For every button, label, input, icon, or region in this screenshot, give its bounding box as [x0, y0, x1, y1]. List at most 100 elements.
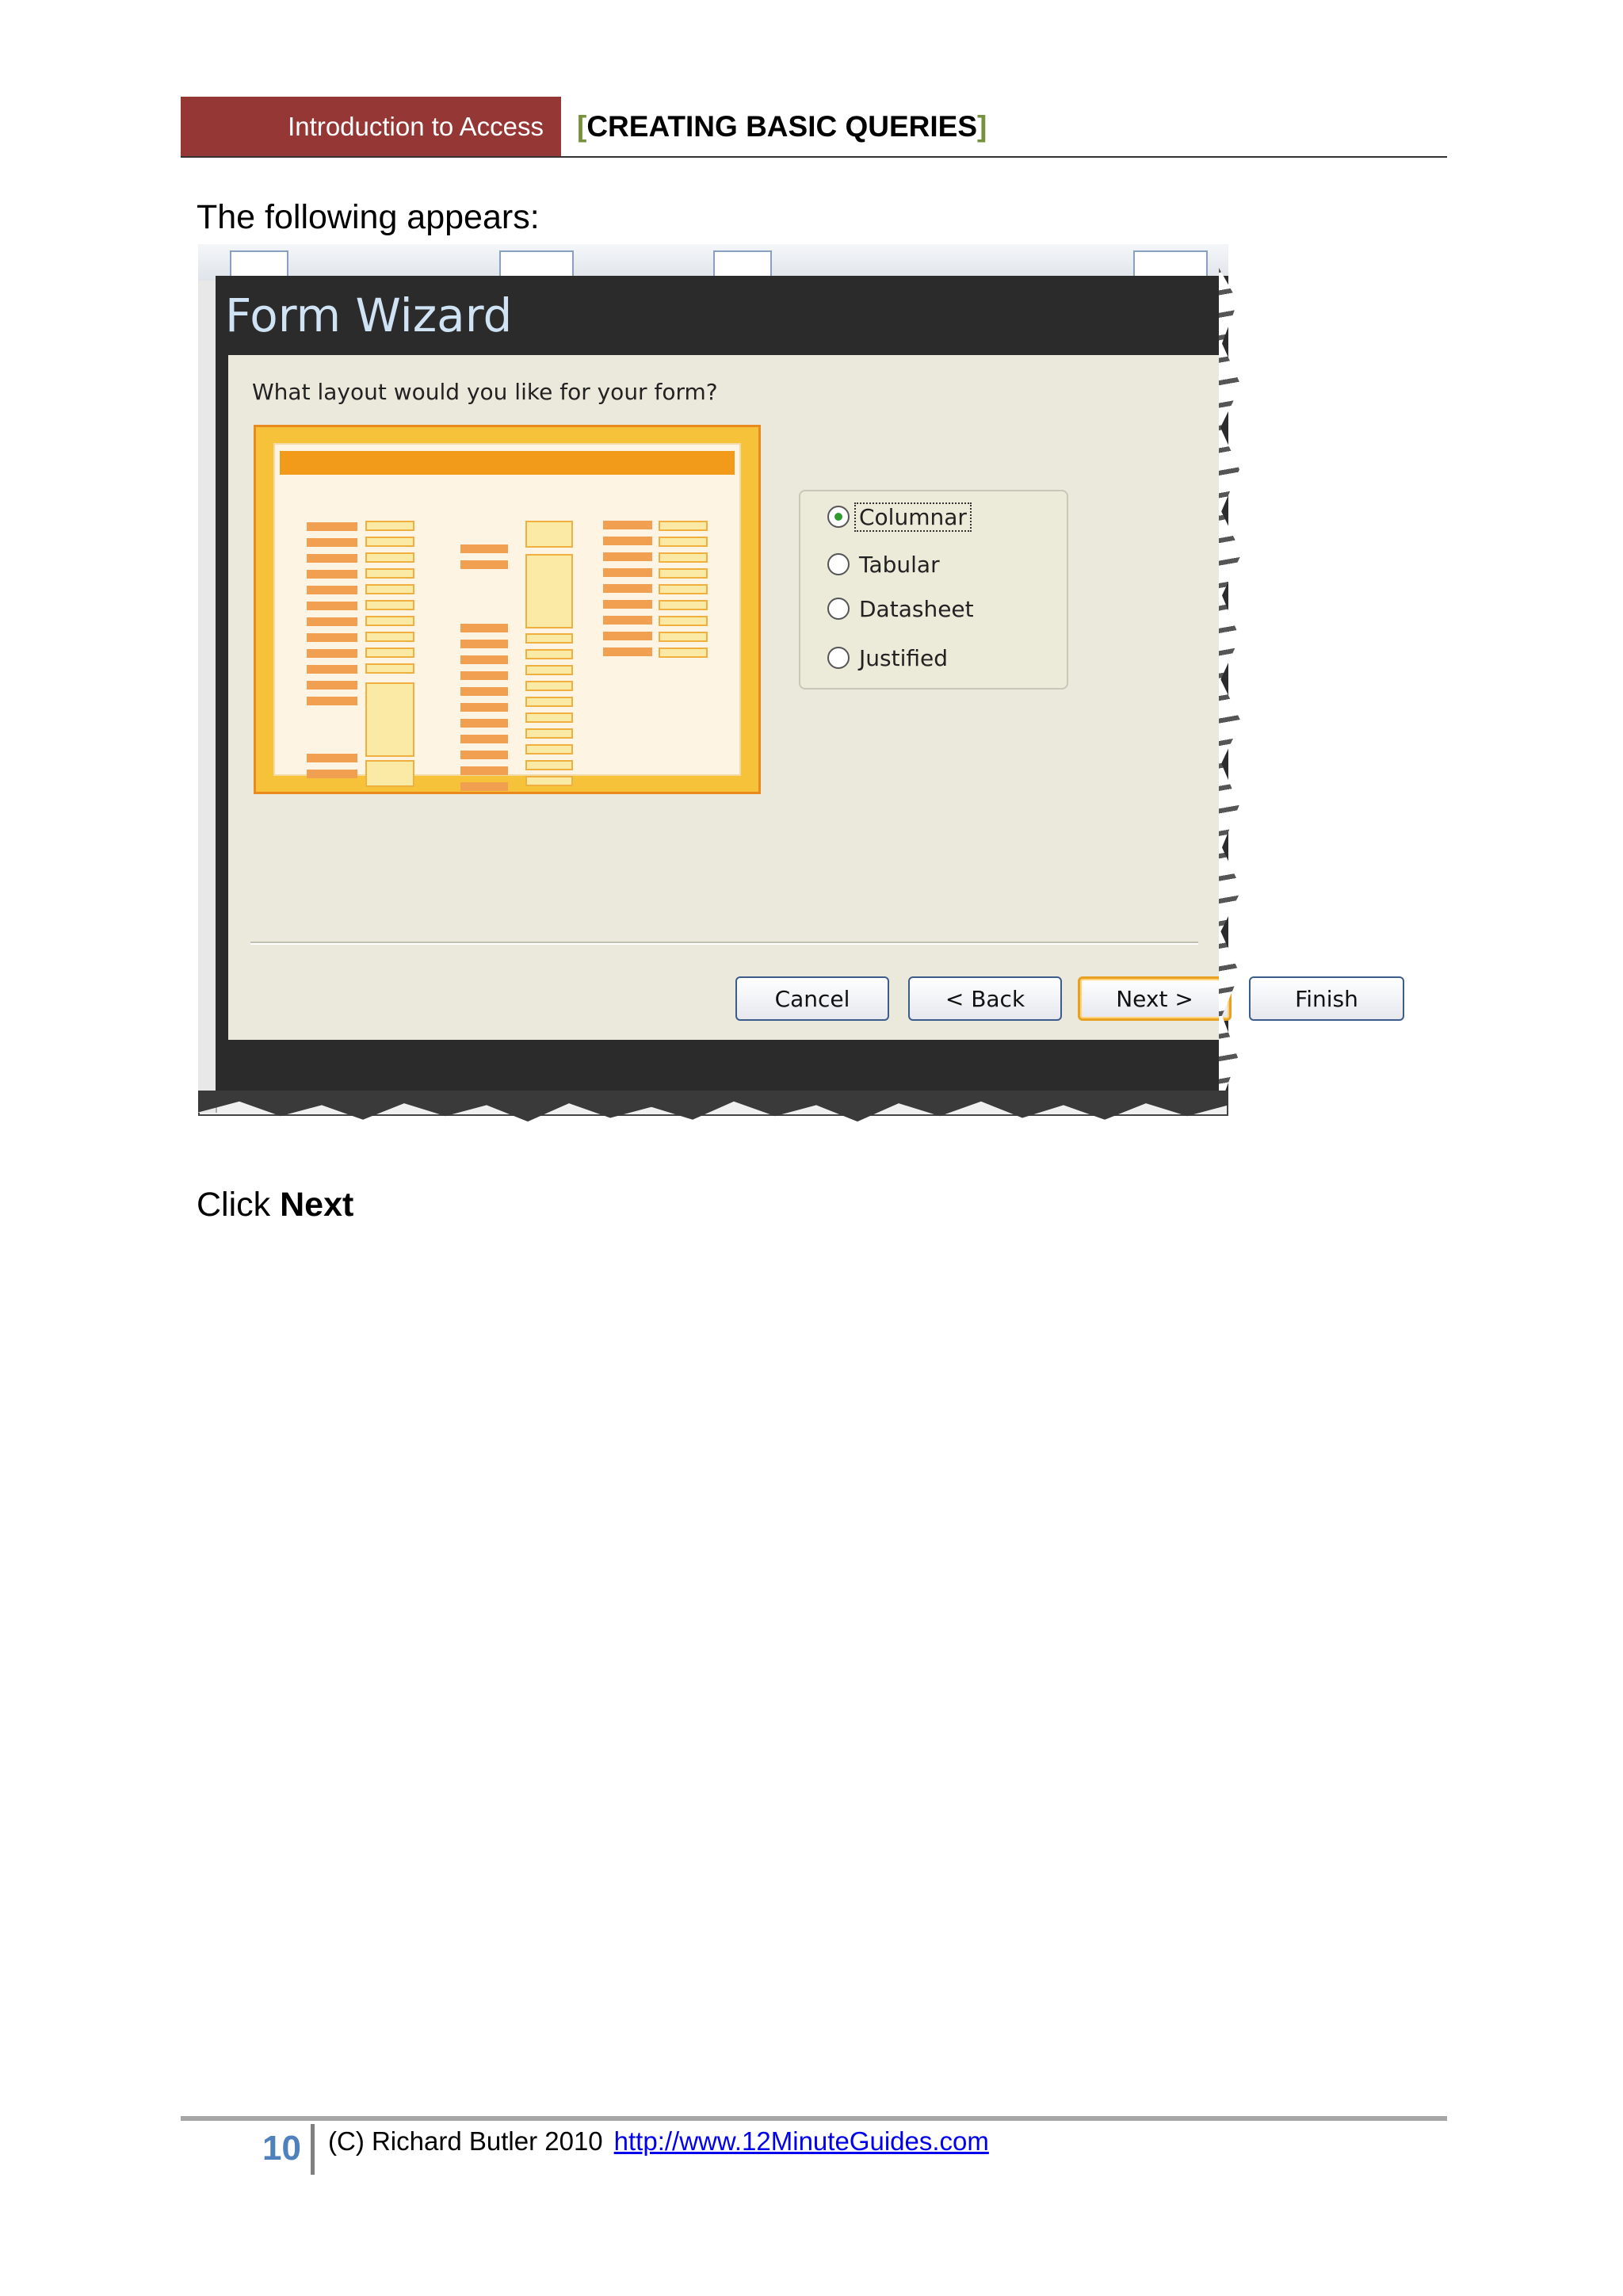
- preview-cell: [460, 560, 508, 569]
- preview-cell: [307, 649, 357, 658]
- ribbon-control: [713, 250, 772, 277]
- preview-cell: [365, 521, 414, 531]
- preview-cell: [460, 687, 508, 696]
- option-label: Datasheet: [859, 595, 974, 622]
- next-button[interactable]: Next >: [1078, 976, 1232, 1021]
- page-number: 10: [262, 2129, 301, 2168]
- preview-cell: [603, 521, 652, 529]
- preview-cell: [460, 624, 508, 632]
- radio-icon[interactable]: [827, 553, 850, 575]
- ribbon-control: [499, 250, 574, 277]
- preview-cell: [525, 681, 573, 691]
- preview-cell: [525, 712, 573, 723]
- instruction-prefix: Click: [197, 1186, 281, 1224]
- preview-cell: [525, 521, 573, 548]
- preview-cell: [307, 538, 357, 547]
- header-bracket-close: ]: [977, 110, 987, 143]
- instruction-target: Next: [280, 1186, 354, 1224]
- preview-cell: [460, 766, 508, 775]
- option-label: Justified: [859, 644, 948, 671]
- preview-cell: [307, 754, 357, 762]
- preview-cell: [525, 728, 573, 739]
- preview-cell: [307, 554, 357, 563]
- dialog-title: Form Wizard: [225, 288, 513, 342]
- document-page: Introduction to Access [CREATING BASIC Q…: [0, 0, 1623, 2296]
- preview-cell: [603, 648, 652, 656]
- preview-cell: [365, 760, 414, 787]
- radio-icon[interactable]: [827, 647, 850, 669]
- header-title-text: CREATING BASIC QUERIES: [586, 110, 978, 143]
- option-datasheet[interactable]: Datasheet: [827, 593, 977, 625]
- preview-cell: [659, 537, 708, 547]
- preview-cell: [307, 697, 357, 705]
- preview-cell: [659, 616, 708, 626]
- layout-preview-inner: [273, 443, 741, 791]
- preview-cell: [307, 681, 357, 690]
- preview-cell: [307, 665, 357, 674]
- finish-button[interactable]: Finish: [1249, 976, 1404, 1021]
- preview-cell: [365, 600, 414, 610]
- preview-cell: [460, 735, 508, 743]
- option-label: Tabular: [859, 551, 940, 578]
- layout-question: What layout would you like for your form…: [252, 379, 718, 405]
- preview-cell: [460, 640, 508, 648]
- header-bracket-open: [: [577, 110, 587, 143]
- preview-cell: [365, 552, 414, 563]
- torn-edge-bottom: [198, 1091, 1228, 1122]
- preview-cell: [307, 770, 357, 778]
- preview-title-bar: [280, 451, 735, 475]
- preview-cell: [659, 632, 708, 642]
- preview-cell: [460, 544, 508, 553]
- radio-selected-icon[interactable]: [827, 506, 850, 528]
- header-title: [CREATING BASIC QUERIES]: [577, 97, 987, 157]
- preview-cell: [525, 760, 573, 770]
- preview-cell: [525, 697, 573, 707]
- preview-cell: [659, 648, 708, 658]
- radio-icon[interactable]: [827, 598, 850, 620]
- preview-cell: [525, 776, 573, 786]
- preview-cell: [460, 703, 508, 712]
- preview-cell: [365, 682, 414, 757]
- option-justified[interactable]: Justified: [827, 642, 951, 674]
- preview-cell: [460, 655, 508, 664]
- instruction-text: Click Next: [197, 1186, 353, 1224]
- preview-cell: [307, 570, 357, 579]
- preview-cell: [460, 782, 508, 791]
- ribbon-control: [230, 250, 288, 277]
- preview-cell: [659, 521, 708, 531]
- preview-cell: [603, 584, 652, 593]
- preview-cell: [659, 584, 708, 594]
- footer-link[interactable]: http://www.12MinuteGuides.com: [614, 2126, 989, 2156]
- torn-edge-right: [1219, 268, 1242, 1108]
- navigation-pane-edge: [198, 281, 217, 1113]
- layout-preview: [254, 425, 761, 794]
- header-rule: [181, 156, 1447, 158]
- preview-cell: [659, 600, 708, 610]
- preview-cell: [365, 616, 414, 626]
- preview-cell: [603, 616, 652, 625]
- preview-cell: [525, 633, 573, 644]
- footer-divider: [311, 2124, 315, 2175]
- preview-cell: [659, 552, 708, 563]
- back-button[interactable]: < Back: [908, 976, 1062, 1021]
- preview-cell: [659, 568, 708, 579]
- preview-cell: [525, 744, 573, 755]
- preview-cell: [365, 584, 414, 594]
- preview-cell: [460, 671, 508, 680]
- preview-cell: [307, 602, 357, 610]
- option-columnar[interactable]: Columnar: [827, 501, 972, 533]
- preview-cell: [603, 537, 652, 545]
- preview-cell: [307, 586, 357, 594]
- preview-cell: [365, 648, 414, 658]
- intro-text: The following appears:: [197, 198, 540, 236]
- preview-cell: [365, 537, 414, 547]
- preview-cell: [460, 751, 508, 759]
- cancel-button[interactable]: Cancel: [735, 976, 889, 1021]
- layout-option-group: Columnar Tabular Datasheet Justified: [799, 490, 1068, 690]
- footer-text: (C) Richard Butler 2010 http://www.12Minu…: [328, 2126, 989, 2157]
- ribbon-control: [1133, 250, 1208, 277]
- preview-cell: [603, 600, 652, 609]
- option-tabular[interactable]: Tabular: [827, 548, 943, 580]
- preview-cell: [525, 665, 573, 675]
- preview-cell: [525, 554, 573, 628]
